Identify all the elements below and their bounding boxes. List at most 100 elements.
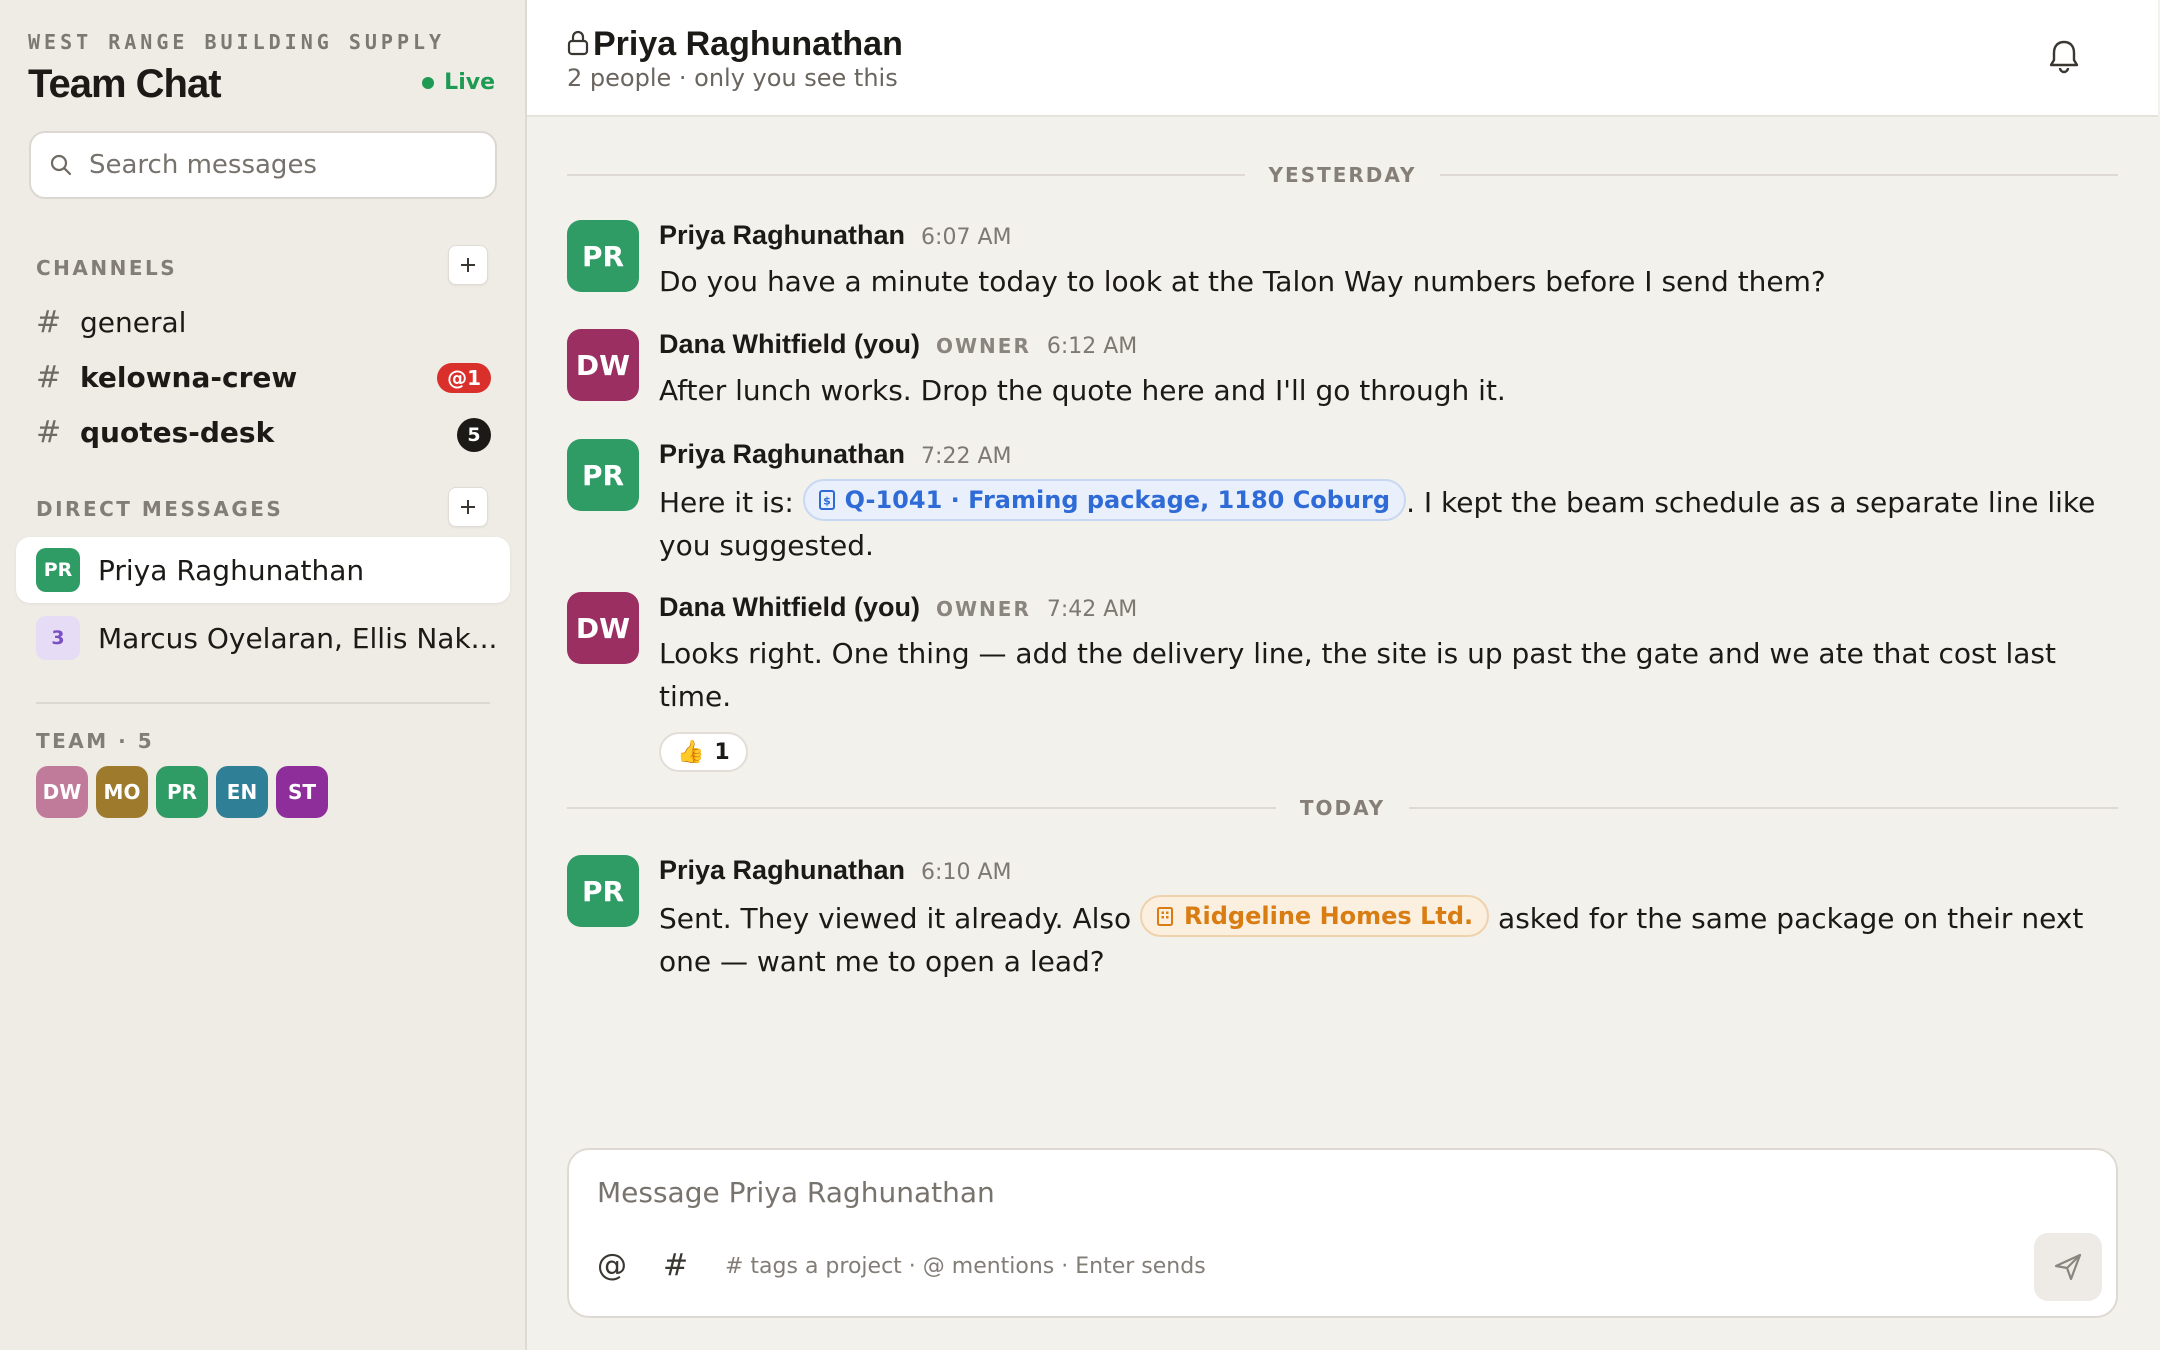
conversation-title: Priya Raghunathan — [593, 25, 903, 63]
sidebar: WEST RANGE BUILDING SUPPLY Team Chat Liv… — [0, 0, 527, 1350]
avatar[interactable]: PR — [567, 855, 639, 927]
unread-count-badge: 5 — [457, 418, 491, 452]
message-meta: Priya Raghunathan 6:07 AM — [659, 220, 1011, 251]
message-composer: @ # # tags a project · @ mentions · Ente… — [567, 1148, 2118, 1318]
message-text: Sent. They viewed it already. Also — [659, 902, 1132, 935]
svg-text:$: $ — [823, 495, 831, 508]
role-badge: OWNER — [935, 334, 1031, 358]
group-count-avatar: 3 — [36, 616, 80, 660]
reaction-count: 1 — [714, 739, 730, 765]
channel-general[interactable]: # general — [36, 300, 491, 344]
message-author[interactable]: Dana Whitfield (you) — [659, 592, 920, 623]
chip-label: Q-1041 · Framing package, 1180 Coburg — [844, 485, 1391, 514]
channel-name: general — [80, 305, 187, 339]
separator-label: YESTERDAY — [1268, 163, 1417, 187]
dm-name: Marcus Oyelaran, Ellis Nak... — [98, 621, 498, 655]
app-root: WEST RANGE BUILDING SUPPLY Team Chat Liv… — [0, 0, 2160, 1350]
message-time: 6:10 AM — [921, 860, 1012, 885]
send-button[interactable] — [2034, 1233, 2102, 1301]
dm-name: Priya Raghunathan — [98, 553, 365, 587]
conversation-header: Priya Raghunathan 2 people · only you se… — [527, 0, 2158, 117]
message-author[interactable]: Priya Raghunathan — [659, 439, 905, 470]
day-separator: TODAY — [567, 793, 2119, 823]
team-avatar[interactable]: MO — [96, 766, 148, 818]
search-icon — [50, 154, 72, 176]
hash-icon: # — [36, 304, 62, 340]
team-avatar[interactable]: ST — [276, 766, 328, 818]
tag-project-button[interactable]: # — [663, 1248, 688, 1283]
message-time: 6:12 AM — [1046, 334, 1138, 359]
channel-kelowna-crew[interactable]: # kelowna-crew @1 — [36, 355, 491, 399]
direct-messages-heading: DIRECT MESSAGES — [36, 497, 284, 521]
team-avatar[interactable]: DW — [36, 766, 88, 818]
mention-button[interactable]: @ — [597, 1248, 627, 1283]
message-meta: Dana Whitfield (you) OWNER 7:42 AM — [659, 592, 1137, 623]
dm-group[interactable]: 3 Marcus Oyelaran, Ellis Nak... — [16, 605, 510, 671]
message-meta: Dana Whitfield (you) OWNER 6:12 AM — [659, 329, 1137, 360]
role-badge: OWNER — [935, 597, 1031, 621]
team-avatars: DW MO PR EN ST — [36, 766, 328, 818]
message-author[interactable]: Priya Raghunathan — [659, 855, 905, 886]
app-title: Team Chat — [28, 62, 222, 106]
add-channel-button[interactable] — [448, 245, 488, 285]
avatar[interactable]: DW — [567, 329, 639, 401]
receipt-icon: $ — [818, 490, 835, 510]
composer-hint: # tags a project · @ mentions · Enter se… — [725, 1254, 1206, 1279]
message-author[interactable]: Dana Whitfield (you) — [659, 329, 920, 360]
quote-reference-chip[interactable]: $ Q-1041 · Framing package, 1180 Coburg — [802, 479, 1407, 521]
avatar[interactable]: PR — [567, 220, 639, 292]
search-input[interactable] — [89, 150, 469, 180]
message-meta: Priya Raghunathan 7:22 AM — [659, 439, 1011, 470]
search-box[interactable] — [29, 131, 497, 199]
hash-icon: # — [36, 414, 62, 450]
channels-heading: CHANNELS — [36, 256, 178, 280]
message-body: Do you have a minute today to look at th… — [659, 265, 1826, 298]
building-icon — [1157, 907, 1174, 926]
team-avatar[interactable]: EN — [216, 766, 268, 818]
lock-icon — [567, 30, 589, 56]
message-time: 6:07 AM — [921, 225, 1012, 250]
separator-line — [567, 807, 1276, 809]
message-time: 7:22 AM — [921, 444, 1012, 469]
company-reference-chip[interactable]: Ridgeline Homes Ltd. — [1140, 895, 1490, 937]
team-avatar[interactable]: PR — [156, 766, 208, 818]
send-icon — [2054, 1253, 2082, 1281]
message-body: Here it is: $ Q-1041 · Framing package, 1… — [659, 479, 2099, 567]
live-dot-icon — [422, 76, 435, 89]
avatar[interactable]: DW — [567, 592, 639, 664]
message-text: Here it is: — [659, 486, 794, 519]
message-body: Sent. They viewed it already. Also Ridge… — [659, 895, 2099, 983]
live-label: Live — [444, 70, 495, 95]
message-input[interactable] — [597, 1176, 2077, 1209]
conversation-pane: Priya Raghunathan 2 people · only you se… — [527, 0, 2160, 1350]
dm-priya-raghunathan[interactable]: PR Priya Raghunathan — [16, 537, 510, 603]
reaction-pill[interactable]: 👍 1 — [659, 732, 748, 772]
thumbs-up-icon: 👍 — [677, 739, 705, 765]
avatar[interactable]: PR — [567, 439, 639, 511]
chip-label: Ridgeline Homes Ltd. — [1184, 901, 1474, 930]
conversation-subtitle: 2 people · only you see this — [567, 64, 898, 92]
live-status: Live — [422, 70, 495, 95]
message-author[interactable]: Priya Raghunathan — [659, 220, 905, 251]
separator-line — [567, 174, 1245, 176]
add-dm-button[interactable] — [448, 487, 488, 527]
day-separator: YESTERDAY — [567, 160, 2118, 190]
separator-line — [1409, 807, 2119, 809]
channel-name: quotes-desk — [80, 415, 275, 449]
channel-name: kelowna-crew — [80, 360, 298, 394]
separator-label: TODAY — [1299, 796, 1386, 820]
separator-line — [1440, 174, 2118, 176]
plus-icon — [461, 500, 475, 514]
avatar: PR — [36, 548, 80, 592]
plus-icon — [461, 258, 475, 272]
bell-icon[interactable] — [2047, 38, 2081, 74]
message-body: Looks right. One thing — add the deliver… — [659, 637, 2056, 713]
mention-badge: @1 — [437, 363, 491, 393]
channel-quotes-desk[interactable]: # quotes-desk 5 — [36, 410, 491, 454]
message-meta: Priya Raghunathan 6:10 AM — [659, 855, 1011, 886]
team-heading: TEAM · 5 — [36, 729, 155, 753]
message-body: After lunch works. Drop the quote here a… — [659, 374, 1506, 407]
hash-icon: # — [36, 359, 62, 395]
sidebar-divider — [36, 702, 490, 704]
message-time: 7:42 AM — [1046, 597, 1138, 622]
